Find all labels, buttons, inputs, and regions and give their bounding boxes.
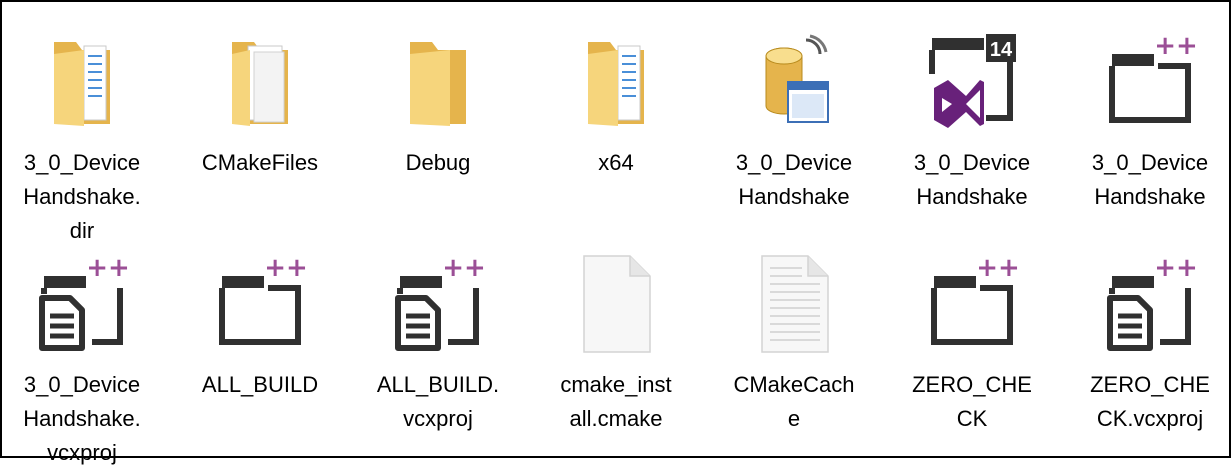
file-item-3_0_devicehandshake-vcxproj-folder[interactable]: ++ 3_0_Device Handshake <box>1076 32 1224 214</box>
file-item-label: 3_0_Device Handshake <box>735 150 853 209</box>
svg-text:++: ++ <box>442 254 486 283</box>
svg-text:14: 14 <box>990 39 1013 61</box>
file-item-label: ZERO_CHE CK.vcxproj <box>1090 372 1210 431</box>
file-item-label: x64 <box>598 150 634 175</box>
file-explorer-view: 3_0_Device Handshake. dir CMakeFiles Deb… <box>0 0 1231 465</box>
svg-text:++: ++ <box>1154 32 1198 61</box>
file-item-label: cmake_inst all.cmake <box>560 372 672 431</box>
file-item-label: 3_0_Device Handshake <box>913 150 1031 209</box>
file-item-x64[interactable]: x64 <box>542 32 690 180</box>
svg-text:++: ++ <box>264 254 308 283</box>
file-item-label: ALL_BUILD <box>201 372 319 397</box>
file-item-all_build[interactable]: ++ ALL_BUILD <box>186 254 334 402</box>
file-item-zero_check-vcxproj[interactable]: ++ ZERO_CHE CK.vcxproj <box>1076 254 1224 436</box>
file-item-3_0_devicehandshake-vcxproj[interactable]: ++ 3_0_Device Handshake. vcxproj <box>8 254 156 470</box>
blank-file-icon <box>566 254 666 354</box>
folder-docs-icon <box>32 32 132 132</box>
vcxproj-window-icon: ++ <box>210 254 310 354</box>
file-item-label: Debug <box>405 150 471 175</box>
folder-docs-icon <box>566 32 666 132</box>
folder-files-icon <box>210 32 310 132</box>
vcxproj-doc-icon: ++ <box>388 254 488 354</box>
visual-studio-14-icon: 14 <box>922 32 1022 132</box>
vcxproj-doc-icon: ++ <box>1100 254 1200 354</box>
svg-text:++: ++ <box>1154 254 1198 283</box>
file-item-label: CMakeCach e <box>733 372 855 431</box>
file-item-all_build-vcxproj[interactable]: ++ ALL_BUILD. vcxproj <box>364 254 512 436</box>
file-item-label: ALL_BUILD. vcxproj <box>376 372 500 431</box>
file-item-cmakefiles[interactable]: CMakeFiles <box>186 32 334 180</box>
vcxproj-window-icon: ++ <box>1100 32 1200 132</box>
file-item-label: 3_0_Device Handshake. dir <box>23 150 141 243</box>
database-window-icon <box>744 32 844 132</box>
vcxproj-window-icon: ++ <box>922 254 1022 354</box>
file-item-label: ZERO_CHE CK <box>912 372 1032 431</box>
file-item-label: CMakeFiles <box>201 150 319 175</box>
svg-text:++: ++ <box>976 254 1020 283</box>
file-item-3_0_devicehandshake-sln[interactable]: 14 3_0_Device Handshake <box>898 32 1046 214</box>
vcxproj-doc-icon: ++ <box>32 254 132 354</box>
svg-text:++: ++ <box>86 254 130 283</box>
file-item-label: 3_0_Device Handshake <box>1091 150 1209 209</box>
file-item-3_0_devicehandshake-dir[interactable]: 3_0_Device Handshake. dir <box>8 32 156 248</box>
file-item-cmake_install-cmake[interactable]: cmake_inst all.cmake <box>542 254 690 436</box>
file-item-3_0_devicehandshake-db[interactable]: 3_0_Device Handshake <box>720 32 868 214</box>
file-item-zero_check[interactable]: ++ ZERO_CHE CK <box>898 254 1046 436</box>
file-item-label: 3_0_Device Handshake. vcxproj <box>23 372 141 465</box>
text-file-icon <box>744 254 844 354</box>
folder-icon <box>388 32 488 132</box>
file-item-debug[interactable]: Debug <box>364 32 512 180</box>
file-item-cmakecache[interactable]: CMakeCach e <box>720 254 868 436</box>
